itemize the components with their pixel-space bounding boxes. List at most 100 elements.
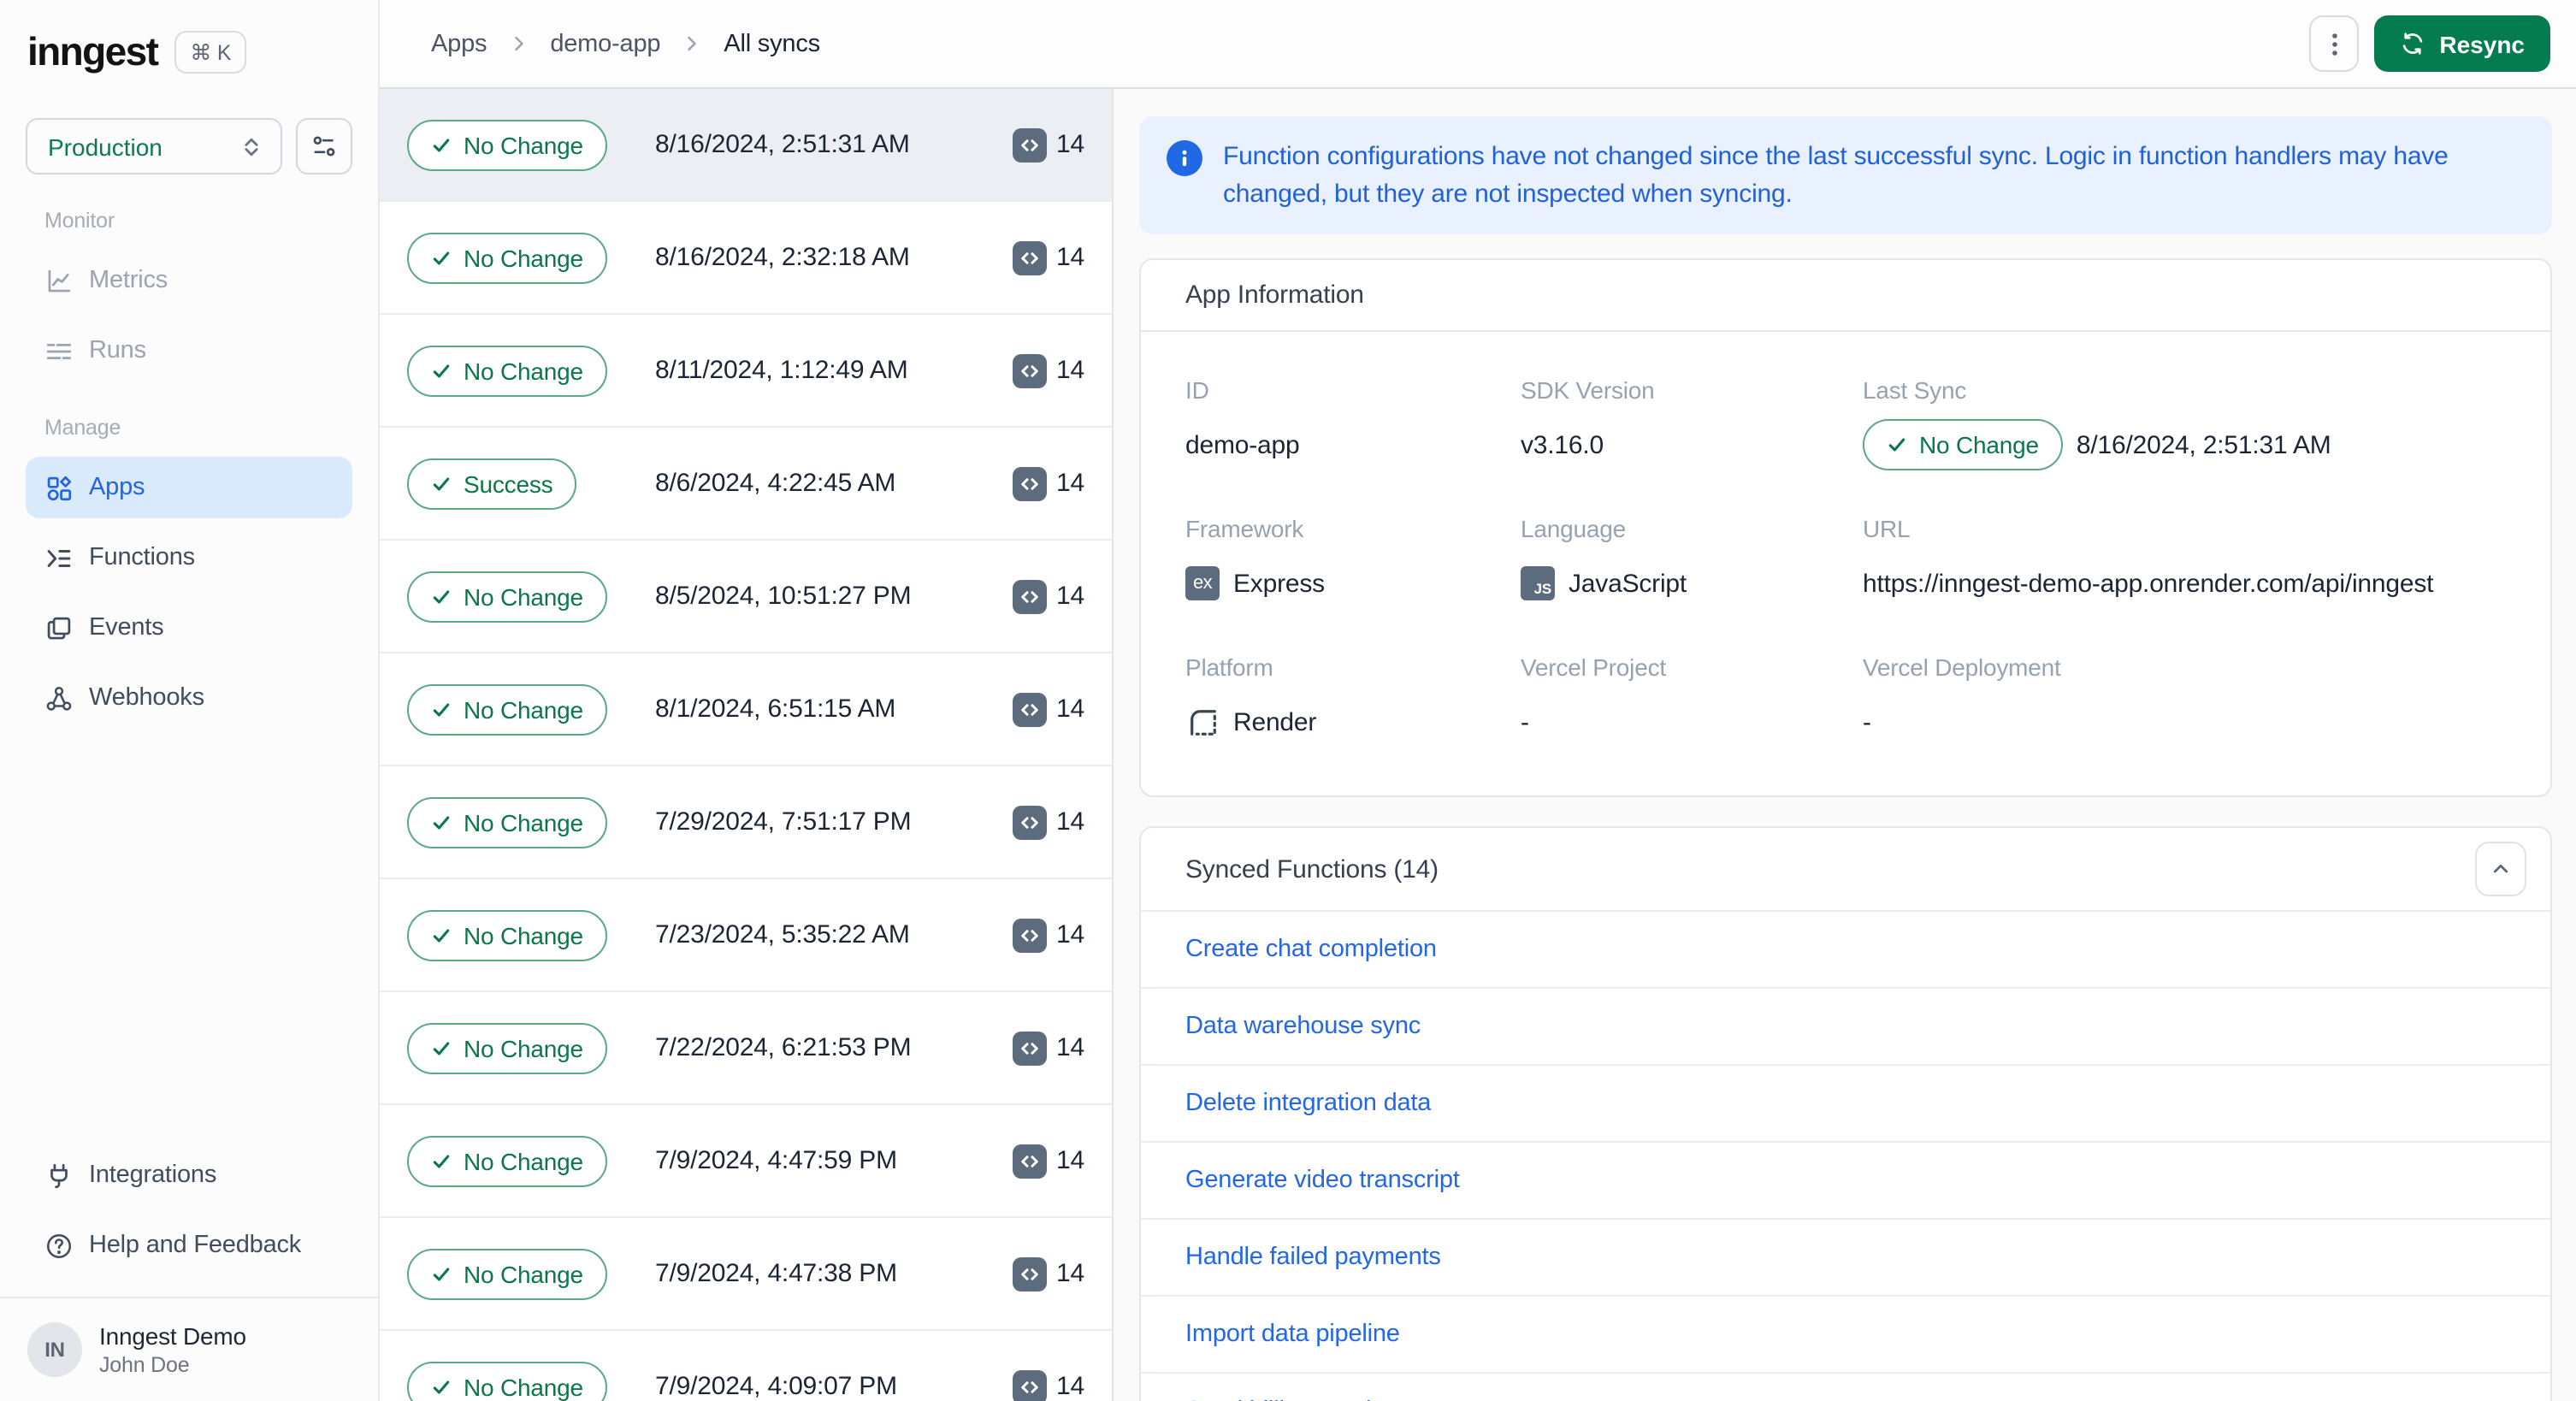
- card-title: Synced Functions (14): [1185, 854, 1439, 884]
- sidebar-item-metrics[interactable]: Metrics: [26, 250, 352, 311]
- function-row[interactable]: Data warehouse sync: [1141, 987, 2550, 1064]
- function-link[interactable]: Create chat completion: [1185, 936, 1437, 963]
- function-link[interactable]: Generate video transcript: [1185, 1167, 1460, 1194]
- sidebar-nav: Monitor Metrics Runs Manage Apps Functio…: [26, 209, 352, 729]
- apps-icon: [43, 473, 74, 502]
- function-count: 14: [1012, 353, 1084, 387]
- sync-detail-panel: Function configurations have not changed…: [1114, 89, 2576, 1401]
- resync-label: Resync: [2439, 30, 2525, 57]
- sync-list-item[interactable]: No Change 8/16/2024, 2:51:31 AM 14: [380, 89, 1112, 202]
- function-row[interactable]: Generate video transcript: [1141, 1141, 2550, 1218]
- check-icon: [1888, 438, 1905, 452]
- function-row[interactable]: Create chat completion: [1141, 910, 2550, 987]
- sidebar-item-help[interactable]: Help and Feedback: [26, 1215, 352, 1276]
- breadcrumb: Apps demo-app All syncs: [431, 30, 820, 57]
- runs-icon: [43, 336, 74, 365]
- sync-list-item[interactable]: No Change 8/1/2024, 6:51:15 AM 14: [380, 653, 1112, 766]
- sidebar-item-webhooks[interactable]: Webhooks: [26, 667, 352, 729]
- user-meta: Inngest Demo John Doe: [99, 1322, 246, 1377]
- breadcrumb-demo-app[interactable]: demo-app: [550, 30, 660, 57]
- plug-icon: [43, 1161, 74, 1190]
- field-framework: Framework ex Express: [1185, 515, 1521, 609]
- sidebar-item-runs[interactable]: Runs: [26, 320, 352, 381]
- status-badge: No Change: [407, 345, 607, 396]
- sync-list-item[interactable]: No Change 8/16/2024, 2:32:18 AM 14: [380, 202, 1112, 315]
- topbar-actions: Resync: [2309, 15, 2550, 72]
- sidebar-item-label: Help and Feedback: [89, 1232, 302, 1259]
- field-url: URL https://inngest-demo-app.onrender.co…: [1863, 515, 2434, 598]
- app-window: inngest ⌘ K Production Monitor Metrics R…: [0, 0, 2576, 1401]
- function-row[interactable]: Delete integration data: [1141, 1064, 2550, 1141]
- sync-timestamp: 8/16/2024, 2:32:18 AM: [655, 243, 910, 272]
- function-row[interactable]: Send billing receipt: [1141, 1372, 2550, 1401]
- function-link[interactable]: Send billing receipt: [1185, 1398, 1391, 1401]
- sync-timestamp: 7/29/2024, 7:51:17 PM: [655, 807, 912, 836]
- status-badge: No Change: [407, 1248, 607, 1299]
- sidebar-item-label: Metrics: [89, 267, 168, 294]
- sync-list-item[interactable]: No Change 8/11/2024, 1:12:49 AM 14: [380, 315, 1112, 428]
- breadcrumb-apps[interactable]: Apps: [431, 30, 487, 57]
- command-k-shortcut[interactable]: ⌘ K: [174, 31, 247, 74]
- function-count: 14: [1012, 579, 1084, 613]
- sync-timestamp: 8/1/2024, 6:51:15 AM: [655, 695, 896, 724]
- sidebar-item-integrations[interactable]: Integrations: [26, 1144, 352, 1206]
- environment-value: Production: [48, 133, 162, 160]
- resync-button[interactable]: Resync: [2374, 15, 2550, 72]
- info-banner: Function configurations have not changed…: [1139, 116, 2552, 234]
- sidebar-footer: Integrations Help and Feedback IN Innges…: [0, 1144, 378, 1401]
- sync-list-item[interactable]: No Change 8/5/2024, 10:51:27 PM 14: [380, 541, 1112, 653]
- environment-settings-button[interactable]: [296, 118, 352, 174]
- environment-select[interactable]: Production: [26, 118, 282, 174]
- code-icon: [1012, 692, 1046, 726]
- sync-list-item[interactable]: No Change 7/29/2024, 7:51:17 PM 14: [380, 766, 1112, 879]
- check-icon: [433, 251, 450, 264]
- function-count: 14: [1012, 466, 1084, 500]
- sync-list-item[interactable]: No Change 7/22/2024, 6:21:53 PM 14: [380, 992, 1112, 1105]
- sync-timestamp: 7/9/2024, 4:09:07 PM: [655, 1372, 897, 1401]
- check-icon: [433, 1154, 450, 1168]
- function-count: 14: [1012, 240, 1084, 275]
- function-link[interactable]: Data warehouse sync: [1185, 1013, 1421, 1040]
- sidebar-item-events[interactable]: Events: [26, 597, 352, 659]
- sync-list-item[interactable]: No Change 7/23/2024, 5:35:22 AM 14: [380, 879, 1112, 992]
- sidebar-item-apps[interactable]: Apps: [26, 457, 352, 518]
- function-link[interactable]: Import data pipeline: [1185, 1321, 1400, 1348]
- function-count: 14: [1012, 127, 1084, 162]
- last-sync-time: 8/16/2024, 2:51:31 AM: [2076, 430, 2331, 459]
- sync-list-item[interactable]: No Change 7/9/2024, 4:47:59 PM 14: [380, 1105, 1112, 1218]
- status-badge: No Change: [1863, 419, 2063, 470]
- code-icon: [1012, 805, 1046, 839]
- check-icon: [433, 138, 450, 151]
- function-link[interactable]: Delete integration data: [1185, 1090, 1431, 1117]
- chevron-up-icon: [2490, 859, 2511, 879]
- sync-list-item[interactable]: No Change 7/9/2024, 4:47:38 PM 14: [380, 1218, 1112, 1331]
- function-row[interactable]: Handle failed payments: [1141, 1218, 2550, 1295]
- check-icon: [433, 1380, 450, 1393]
- sidebar-item-label: Webhooks: [89, 684, 204, 712]
- avatar: IN: [27, 1322, 82, 1377]
- sync-timestamp: 8/11/2024, 1:12:49 AM: [655, 356, 908, 385]
- kebab-icon: [2322, 30, 2346, 57]
- function-row[interactable]: Import data pipeline: [1141, 1295, 2550, 1372]
- code-icon: [1012, 1144, 1046, 1178]
- sidebar-item-label: Functions: [89, 544, 195, 571]
- sync-list-item[interactable]: No Change 7/9/2024, 4:09:07 PM 14: [380, 1331, 1112, 1401]
- sync-timestamp: 8/16/2024, 2:51:31 AM: [655, 130, 910, 159]
- field-sdk-version: SDK Version v3.16.0: [1521, 376, 1655, 459]
- sidebar-item-functions[interactable]: Functions: [26, 527, 352, 588]
- status-badge: No Change: [407, 909, 607, 961]
- field-language: Language JS JavaScript: [1521, 515, 1863, 609]
- more-options-button[interactable]: [2309, 15, 2360, 72]
- nav-section-manage: Manage: [44, 416, 121, 440]
- code-icon: [1012, 1256, 1046, 1291]
- collapse-button[interactable]: [2475, 842, 2526, 896]
- field-vercel-project: Vercel Project -: [1521, 653, 1666, 736]
- function-count: 14: [1012, 1256, 1084, 1291]
- check-icon: [433, 589, 450, 603]
- sync-list-item[interactable]: Success 8/6/2024, 4:22:45 AM 14: [380, 428, 1112, 541]
- sidebar-item-label: Runs: [89, 337, 146, 364]
- user-menu[interactable]: IN Inngest Demo John Doe: [26, 1319, 352, 1401]
- function-link[interactable]: Handle failed payments: [1185, 1244, 1441, 1271]
- chevrons-up-down-icon: [239, 134, 263, 158]
- check-icon: [433, 702, 450, 716]
